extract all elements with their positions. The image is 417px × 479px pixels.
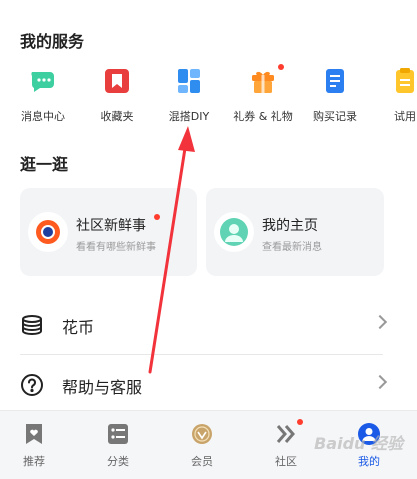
profile-avatar-icon xyxy=(214,212,254,252)
card-community-news[interactable]: 社区新鲜事 看看有哪些新鲜事 xyxy=(20,188,197,276)
card-my-homepage[interactable]: 我的主页 查看最新消息 xyxy=(206,188,384,276)
tab-label: 分类 xyxy=(107,455,129,468)
tab-member[interactable]: 会员 xyxy=(172,423,232,469)
service-label: 消息中心 xyxy=(21,110,65,123)
divider xyxy=(20,354,383,355)
service-label: 购买记录 xyxy=(313,110,357,123)
service-label: 混搭DIY xyxy=(168,110,210,123)
tab-recommend[interactable]: 推荐 xyxy=(4,423,64,469)
service-coupons-gifts[interactable]: 礼券 & 礼物 xyxy=(228,64,298,124)
service-mix-diy[interactable]: 混搭DIY xyxy=(154,66,224,124)
tab-label: 推荐 xyxy=(23,455,45,468)
chevron-right-icon xyxy=(372,374,388,390)
service-favorites[interactable]: 收藏夹 xyxy=(82,66,152,124)
tab-label: 会员 xyxy=(191,455,213,468)
service-label: 礼券 & 礼物 xyxy=(233,110,293,123)
service-message-center[interactable]: 消息中心 xyxy=(8,66,78,124)
card-subtitle: 查看最新消息 xyxy=(262,242,322,253)
layout-blocks-icon xyxy=(174,66,204,96)
gift-icon xyxy=(248,64,284,96)
coin-stack-icon xyxy=(20,313,44,337)
notification-dot xyxy=(278,64,284,70)
card-subtitle: 看看有哪些新鲜事 xyxy=(76,242,156,253)
bookmark-heart-icon xyxy=(23,423,45,445)
menu-label: 帮助与客服 xyxy=(62,378,143,397)
service-trial[interactable]: 试用 xyxy=(370,66,417,124)
tab-community[interactable]: 社区 xyxy=(256,419,316,469)
bookmark-icon xyxy=(102,66,132,96)
menu-item-coins[interactable]: 花币 xyxy=(18,296,388,354)
menu-label: 花币 xyxy=(62,318,95,337)
tab-category[interactable]: 分类 xyxy=(88,423,148,469)
category-list-icon xyxy=(107,423,129,445)
card-title: 我的主页 xyxy=(262,218,318,234)
help-circle-icon xyxy=(20,373,44,397)
trial-icon xyxy=(390,66,417,96)
notification-dot xyxy=(154,214,160,220)
chevron-right-icon xyxy=(372,314,388,330)
document-icon xyxy=(320,66,350,96)
watermark: Baidu 经验 xyxy=(314,434,403,453)
services-title: 我的服务 xyxy=(20,32,85,51)
card-title: 社区新鲜事 xyxy=(76,218,146,234)
menu-item-help[interactable]: 帮助与客服 xyxy=(18,356,388,414)
notification-dot xyxy=(297,419,303,425)
member-badge-icon xyxy=(191,423,213,445)
service-label: 收藏夹 xyxy=(100,110,134,123)
service-label: 试用 xyxy=(394,110,416,123)
tab-label: 我的 xyxy=(358,455,380,468)
service-purchase-history[interactable]: 购买记录 xyxy=(300,66,370,124)
message-bubble-icon xyxy=(28,66,58,96)
chevron-double-icon xyxy=(275,419,303,445)
tab-label: 社区 xyxy=(275,455,297,468)
community-icon xyxy=(28,212,68,252)
browse-title: 逛一逛 xyxy=(20,155,69,174)
